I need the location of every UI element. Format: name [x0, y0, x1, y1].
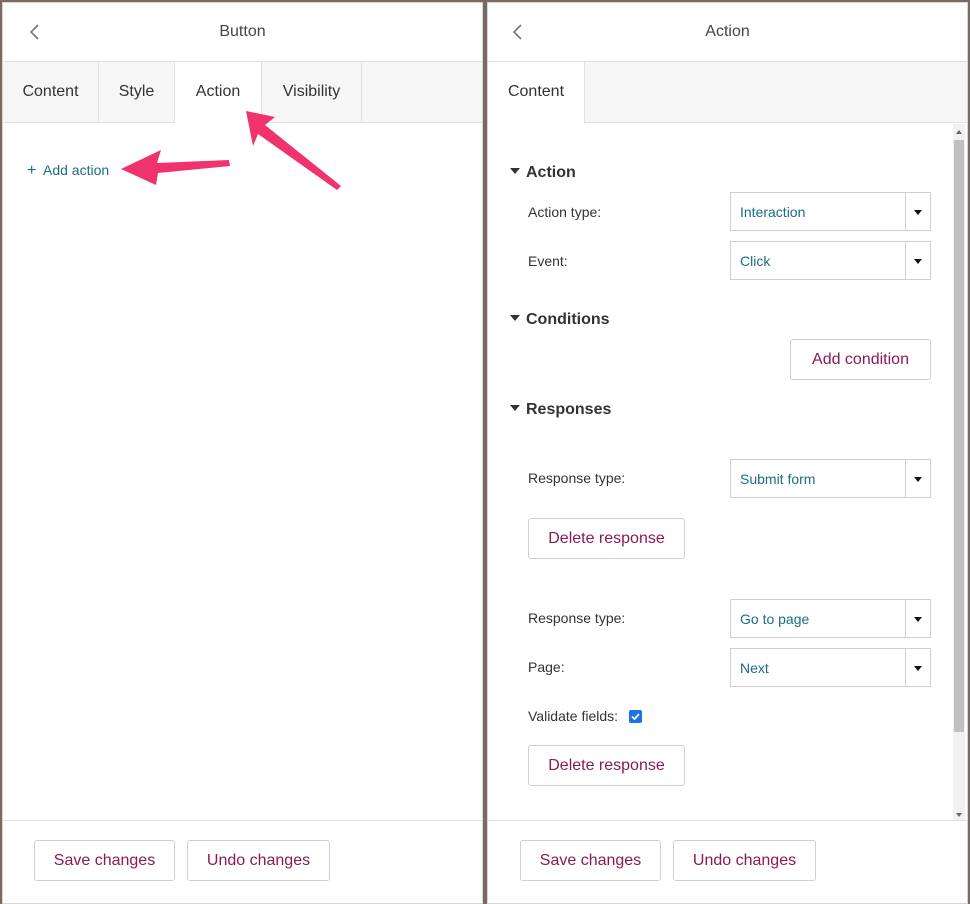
- caret-down-icon: [914, 210, 922, 215]
- arrow-to-add-action: [121, 150, 230, 185]
- response-type-label: Response type:: [528, 610, 626, 626]
- section-title: Action: [526, 164, 576, 181]
- action-settings-panel: Action Content Action Action type: Inter…: [487, 2, 968, 904]
- select-value: Interaction: [740, 204, 806, 220]
- conditions-section-heading[interactable]: Conditions: [510, 311, 610, 329]
- caret-down-icon: [510, 315, 520, 321]
- validate-fields-label: Validate fields:: [528, 708, 619, 724]
- save-changes-button[interactable]: Save changes: [34, 840, 175, 881]
- dropdown-button[interactable]: [905, 460, 930, 497]
- button-settings-panel: Button Content Style Action Visibility +…: [2, 2, 483, 904]
- caret-down-icon: [914, 617, 922, 622]
- undo-changes-button[interactable]: Undo changes: [187, 840, 330, 881]
- response-type-select[interactable]: Go to page: [730, 599, 931, 638]
- responses-section-heading[interactable]: Responses: [510, 401, 611, 419]
- panel-header: Button: [3, 3, 482, 62]
- scrollbar-thumb[interactable]: [954, 140, 964, 732]
- checkmark-icon: [631, 713, 640, 721]
- response-type-select[interactable]: Submit form: [730, 459, 931, 498]
- caret-down-icon: [914, 259, 922, 264]
- event-select[interactable]: Click: [730, 241, 931, 280]
- undo-changes-button[interactable]: Undo changes: [673, 840, 816, 881]
- caret-down-icon: [914, 477, 922, 482]
- scroll-down-arrow-icon[interactable]: [956, 813, 962, 817]
- dropdown-button[interactable]: [905, 242, 930, 279]
- add-action-label: Add action: [43, 162, 110, 178]
- panel-title: Action: [705, 23, 750, 40]
- caret-down-icon: [510, 168, 520, 174]
- plus-icon: +: [27, 162, 37, 179]
- validate-fields-checkbox[interactable]: [629, 710, 642, 723]
- section-title: Responses: [526, 401, 612, 418]
- vertical-scrollbar[interactable]: [953, 124, 965, 821]
- page-select[interactable]: Next: [730, 648, 931, 687]
- dropdown-button[interactable]: [905, 193, 930, 230]
- select-value: Go to page: [740, 611, 810, 627]
- panel-title: Button: [219, 23, 266, 40]
- dropdown-button[interactable]: [905, 649, 930, 686]
- delete-response-button[interactable]: Delete response: [528, 745, 685, 786]
- tab-style[interactable]: Style: [99, 62, 175, 123]
- panel-header: Action: [488, 3, 967, 62]
- page-label: Page:: [528, 659, 565, 675]
- action-type-label: Action type:: [528, 204, 602, 220]
- add-condition-button[interactable]: Add condition: [790, 339, 931, 380]
- panel-footer: Save changes Undo changes: [488, 820, 967, 903]
- scroll-up-arrow-icon[interactable]: [956, 130, 962, 134]
- tab-content[interactable]: Content: [488, 62, 585, 124]
- select-value: Submit form: [740, 471, 816, 487]
- select-value: Next: [740, 660, 769, 676]
- tab-content[interactable]: Content: [3, 62, 99, 123]
- caret-down-icon: [510, 405, 520, 411]
- response-type-label: Response type:: [528, 470, 626, 486]
- add-action-link[interactable]: + Add action: [27, 162, 109, 180]
- select-value: Click: [740, 253, 771, 269]
- event-label: Event:: [528, 253, 568, 269]
- action-section-heading[interactable]: Action: [510, 164, 576, 182]
- tab-bar: Content Style Action Visibility: [3, 62, 482, 124]
- section-title: Conditions: [526, 311, 610, 328]
- tab-visibility[interactable]: Visibility: [262, 62, 362, 123]
- dropdown-button[interactable]: [905, 600, 930, 637]
- caret-down-icon: [914, 666, 922, 671]
- save-changes-button[interactable]: Save changes: [520, 840, 661, 881]
- action-form: Action Action type: Interaction Event: C…: [488, 124, 967, 821]
- tab-bar: Content: [488, 62, 967, 124]
- delete-response-button[interactable]: Delete response: [528, 518, 685, 559]
- panel-footer: Save changes Undo changes: [3, 820, 482, 903]
- action-type-select[interactable]: Interaction: [730, 192, 931, 231]
- tab-action[interactable]: Action: [175, 62, 262, 124]
